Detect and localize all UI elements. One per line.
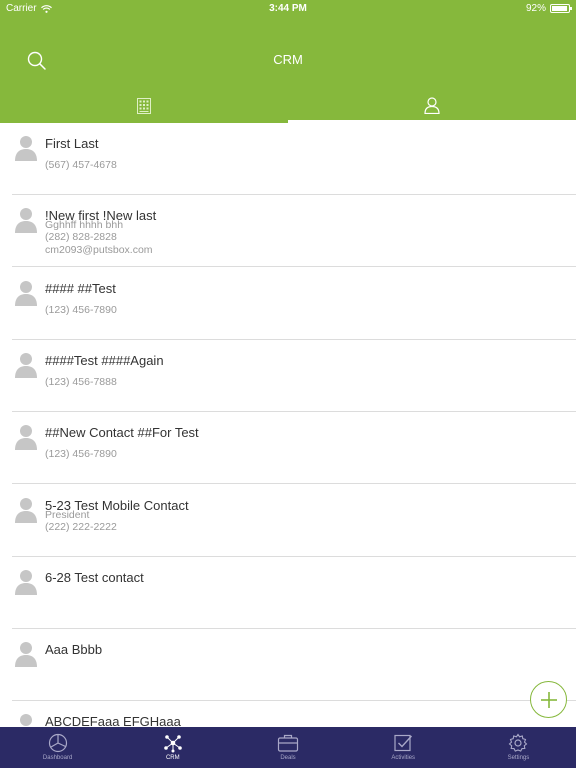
person-icon (424, 97, 440, 114)
contact-detail: Gghhff hhhh bhh (45, 219, 124, 231)
contact-row[interactable]: ####Test ####Again (123) 456-7888 (12, 340, 576, 412)
nav-settings-label: Settings (507, 755, 530, 761)
nav-deals-label: Deals (280, 755, 296, 761)
contact-name: 6-28 Test contact (45, 570, 144, 585)
tab-grid[interactable] (0, 88, 288, 123)
contact-name: First Last (45, 136, 99, 151)
nav-crm-label: CRM (165, 755, 180, 761)
avatar-placeholder-icon (15, 353, 37, 378)
nav-activities[interactable]: Activities (346, 727, 461, 768)
contact-name: ####Test ####Again (45, 353, 164, 368)
contact-row[interactable]: First Last (567) 457-4678 (12, 123, 576, 195)
contact-row[interactable]: 5-23 Test Mobile Contact President (222) 2… (12, 485, 576, 557)
contact-list[interactable]: First Last (567) 457-4678 !New first !New … (0, 123, 576, 727)
bottom-nav: Dashboard CRM Deals Activities Settings (0, 727, 576, 768)
contact-detail: (123) 456-7890 (45, 304, 117, 316)
avatar-placeholder-icon (15, 208, 37, 233)
battery-info: 92% (525, 3, 572, 14)
contact-name: ABCDEFaaa EFGHaaa (45, 714, 181, 727)
contact-detail: (567) 457-4678 (45, 159, 117, 171)
contact-row[interactable]: ABCDEFaaa EFGHaaa (12, 701, 576, 727)
avatar-placeholder-icon (15, 498, 37, 523)
nav-deals[interactable]: Deals (230, 727, 345, 768)
avatar-placeholder-icon (20, 714, 32, 726)
gear-icon (509, 733, 528, 752)
contact-detail: (123) 456-7888 (45, 376, 117, 388)
status-time: 3:44 PM (269, 3, 307, 14)
page-title: CRM (273, 52, 303, 67)
battery-level-fill (552, 6, 567, 11)
briefcase-icon (277, 734, 299, 752)
contact-detail: President (45, 509, 90, 521)
avatar-placeholder-icon (15, 281, 37, 306)
header-tabs (0, 88, 576, 123)
tab-person[interactable] (288, 88, 576, 123)
plus-icon (540, 691, 557, 708)
battery-icon (550, 4, 572, 13)
avatar-placeholder-icon (15, 642, 37, 667)
contact-name: #### ##Test (45, 281, 116, 296)
status-bar: Carrier 3:44 PM 92% (0, 0, 576, 18)
contact-row[interactable]: Aaa Bbbb (12, 629, 576, 701)
contact-row[interactable]: #### ##Test (123) 456-7890 (12, 268, 576, 340)
add-contact-button[interactable] (530, 681, 567, 718)
avatar-placeholder-icon (15, 570, 37, 595)
contact-row[interactable]: !New first !New last Gghhff hhhh bhh (282)… (12, 195, 576, 267)
network-icon (163, 735, 182, 753)
nav-crm[interactable]: CRM (115, 727, 230, 768)
nav-activities-label: Activities (391, 755, 416, 761)
contact-name: Aaa Bbbb (45, 642, 103, 657)
checkbox-icon (394, 734, 413, 752)
avatar-placeholder-icon (15, 136, 37, 161)
app-header: CRM (0, 18, 576, 120)
contact-name: ##New Contact ##For Test (45, 425, 199, 440)
contact-row[interactable]: 6-28 Test contact (12, 557, 576, 629)
contact-detail: cm2093@putsbox.com (45, 244, 153, 256)
contact-row[interactable]: ##New Contact ##For Test (123) 456-7890 (12, 412, 576, 484)
grid-icon (137, 97, 151, 114)
contact-detail: (123) 456-7890 (45, 448, 117, 460)
pie-chart-icon (48, 733, 67, 753)
nav-settings[interactable]: Settings (461, 727, 576, 768)
battery-percent: 92% (525, 3, 546, 14)
nav-dashboard-label: Dashboard (42, 755, 73, 761)
contact-detail: (282) 828-2828 (45, 231, 117, 243)
nav-dashboard[interactable]: Dashboard (0, 727, 115, 768)
avatar-placeholder-icon (15, 425, 37, 450)
contact-detail: (222) 222-2222 (45, 521, 117, 533)
